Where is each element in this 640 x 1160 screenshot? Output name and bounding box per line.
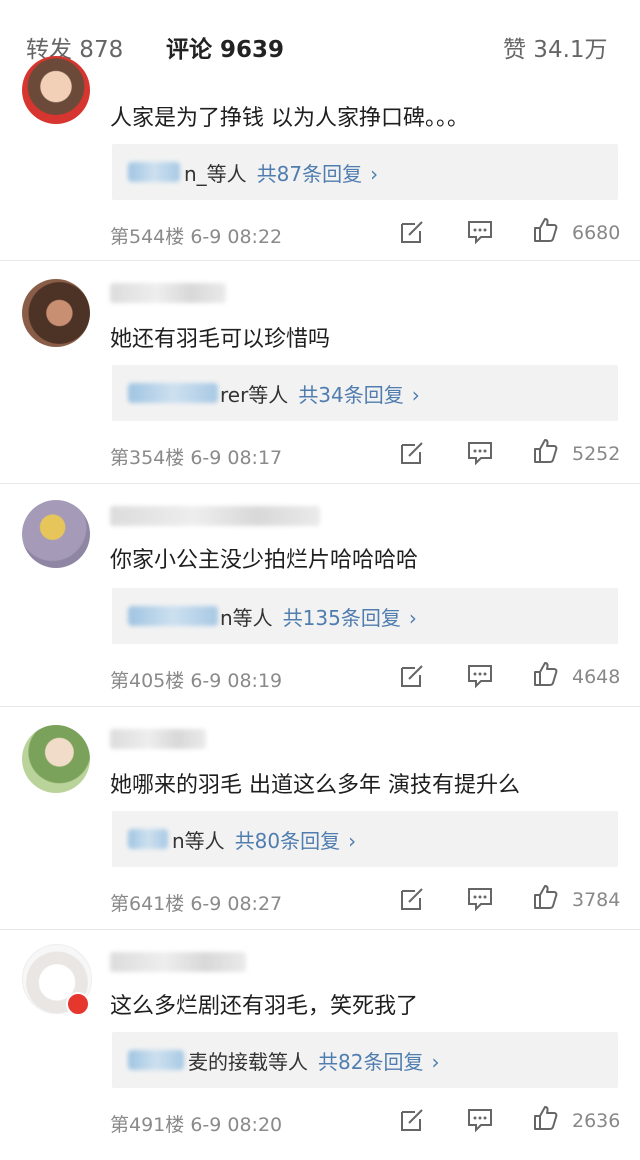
reply-count-link[interactable]: 共82条回复 xyxy=(318,1050,423,1074)
floor-number: 第354楼 xyxy=(110,447,185,469)
chevron-right-icon: › xyxy=(431,1050,440,1074)
reply-count-link[interactable]: 共80条回复 xyxy=(235,829,340,853)
chevron-right-icon: › xyxy=(348,829,357,853)
floor-number: 第641楼 xyxy=(110,893,185,915)
chevron-right-icon: › xyxy=(370,162,379,186)
comment-meta: 第641楼 6-9 08:27 xyxy=(110,889,282,916)
reply-count-link[interactable]: 共34条回复 xyxy=(298,383,403,407)
comment-text: 你家小公主没少拍烂片哈哈哈哈 xyxy=(110,548,419,573)
blurred-username xyxy=(110,729,206,749)
floor-number: 第491楼 xyxy=(110,1114,185,1136)
blurred-username xyxy=(128,383,218,403)
timestamp: 6-9 08:19 xyxy=(190,670,283,692)
blurred-username xyxy=(110,506,320,526)
reply-count-link[interactable]: 共87条回复 xyxy=(257,162,362,186)
comment-icon[interactable] xyxy=(466,662,494,690)
tab-comments[interactable]: 评论 9639 xyxy=(166,30,284,64)
avatar[interactable] xyxy=(22,56,90,124)
comment-item: 她还有羽毛可以珍惜吗 rer等人 共34条回复 › 第354楼 6-9 08:17 … xyxy=(0,261,640,484)
thumbs-up-icon[interactable] xyxy=(532,216,560,244)
comment-item: 她哪来的羽毛 出道这么多年 演技有提升么 n等人 共80条回复 › 第641楼 6-… xyxy=(0,707,640,930)
comment-text: 她哪来的羽毛 出道这么多年 演技有提升么 xyxy=(110,773,520,798)
repost-icon[interactable] xyxy=(398,439,426,467)
comment-icon[interactable] xyxy=(466,439,494,467)
like-count: 4648 xyxy=(572,666,621,688)
blurred-username xyxy=(128,1050,184,1070)
comment-icon[interactable] xyxy=(466,885,494,913)
blurred-username xyxy=(128,829,168,849)
timestamp: 6-9 08:20 xyxy=(190,1114,283,1136)
comment-meta: 第491楼 6-9 08:20 xyxy=(110,1110,282,1137)
comment-meta: 第354楼 6-9 08:17 xyxy=(110,443,282,470)
blurred-username xyxy=(128,162,180,182)
blurred-username xyxy=(110,952,246,972)
reply-preview[interactable]: n_等人 共87条回复 › xyxy=(112,144,618,200)
reply-names: n等人 xyxy=(220,606,273,630)
comment-text: 她还有羽毛可以珍惜吗 xyxy=(110,327,331,352)
thumbs-up-icon[interactable] xyxy=(532,883,560,911)
floor-number: 第544楼 xyxy=(110,226,185,248)
reply-names: rer等人 xyxy=(220,383,289,407)
comment-text: 人家是为了挣钱 以为人家挣口碑。。。 xyxy=(110,106,469,131)
timestamp: 6-9 08:17 xyxy=(190,447,283,469)
repost-icon[interactable] xyxy=(398,218,426,246)
avatar[interactable] xyxy=(22,500,90,568)
comment-item: 这么多烂剧还有羽毛，笑死我了 麦的接载等人 共82条回复 › 第491楼 6-9 0… xyxy=(0,930,640,1152)
repost-icon[interactable] xyxy=(398,662,426,690)
thumbs-up-icon[interactable] xyxy=(532,1104,560,1132)
thumbs-up-icon[interactable] xyxy=(532,660,560,688)
avatar[interactable] xyxy=(22,279,90,347)
comment-meta: 第544楼 6-9 08:22 xyxy=(110,222,282,249)
reply-names: n等人 xyxy=(172,829,225,853)
comment-icon[interactable] xyxy=(466,1106,494,1134)
floor-number: 第405楼 xyxy=(110,670,185,692)
reply-count-link[interactable]: 共135条回复 xyxy=(283,606,401,630)
reply-preview[interactable]: 麦的接载等人 共82条回复 › xyxy=(112,1032,618,1088)
like-count: 5252 xyxy=(572,443,621,465)
repost-icon[interactable] xyxy=(398,885,426,913)
comment-item: 你家小公主没少拍烂片哈哈哈哈 n等人 共135条回复 › 第405楼 6-9 08:… xyxy=(0,484,640,707)
comment-icon[interactable] xyxy=(466,218,494,246)
like-count: 6680 xyxy=(572,222,621,244)
chevron-right-icon: › xyxy=(411,383,420,407)
timestamp: 6-9 08:22 xyxy=(190,226,283,248)
timestamp: 6-9 08:27 xyxy=(190,893,283,915)
reply-preview[interactable]: rer等人 共34条回复 › xyxy=(112,365,618,421)
reply-names: n_等人 xyxy=(184,162,247,186)
avatar[interactable] xyxy=(22,725,90,793)
like-count: 3784 xyxy=(572,889,621,911)
tab-likes[interactable]: 赞 34.1万 xyxy=(503,30,608,64)
thumbs-up-icon[interactable] xyxy=(532,437,560,465)
comment-item: 人家是为了挣钱 以为人家挣口碑。。。 n_等人 共87条回复 › 第544楼 6-9… xyxy=(0,56,640,261)
comment-meta: 第405楼 6-9 08:19 xyxy=(110,666,282,693)
comment-text: 这么多烂剧还有羽毛，笑死我了 xyxy=(110,994,419,1019)
reply-preview[interactable]: n等人 共80条回复 › xyxy=(112,811,618,867)
blurred-username xyxy=(128,606,218,626)
reply-preview[interactable]: n等人 共135条回复 › xyxy=(112,588,618,644)
reply-names: 麦的接载等人 xyxy=(188,1050,308,1074)
repost-icon[interactable] xyxy=(398,1106,426,1134)
chevron-right-icon: › xyxy=(408,606,417,630)
blurred-username xyxy=(110,283,226,303)
verified-badge-icon xyxy=(66,992,90,1016)
like-count: 2636 xyxy=(572,1110,621,1132)
